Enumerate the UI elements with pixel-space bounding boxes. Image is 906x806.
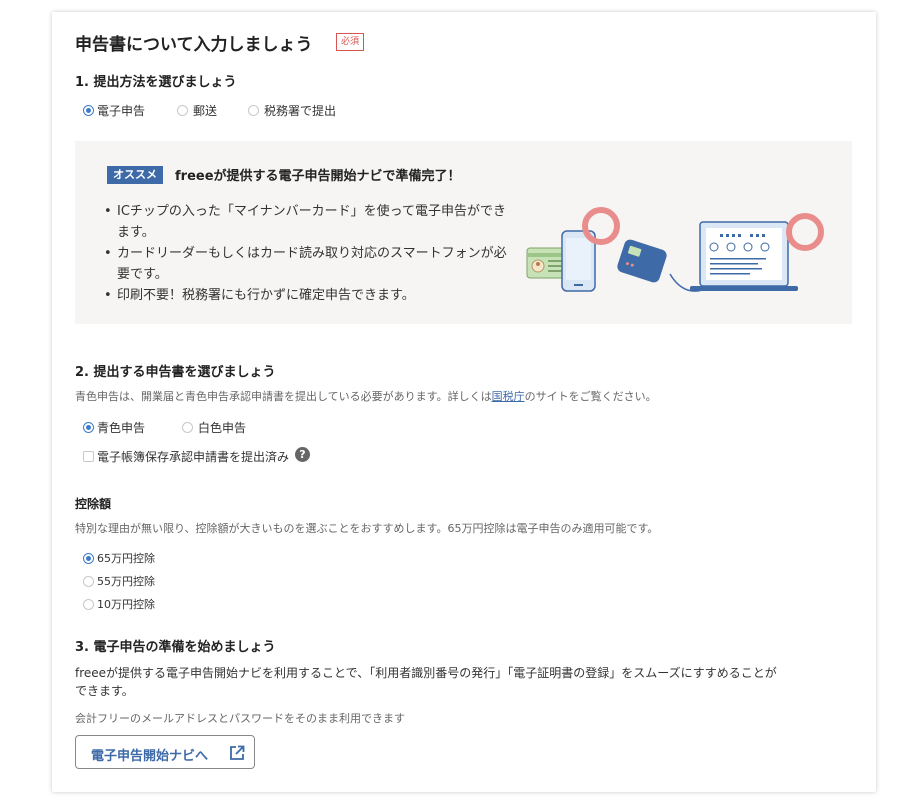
section3-note: 会計フリーのメールアドレスとパスワードをそのまま利用できます — [75, 712, 405, 725]
radio-e-filing[interactable] — [83, 105, 94, 116]
radio-tax-office-label[interactable]: 税務署で提出 — [264, 102, 336, 119]
recommend-bullet: 印刷不要！税務署にも行かずに確定申告できます。 — [104, 285, 517, 306]
e-filing-illustration — [526, 207, 824, 292]
section2-desc-text: 青色申告は、開業届と青色申告承認申請書を提出している必要があります。詳しくは — [75, 390, 492, 403]
radio-e-filing-label[interactable]: 電子申告 — [97, 102, 145, 119]
nta-link[interactable]: 国税庁 — [492, 390, 525, 403]
radio-white-return[interactable] — [182, 422, 193, 433]
e-filing-navi-button-label: 電子申告開始ナビへ — [91, 749, 209, 764]
recommend-badge: オススメ — [107, 166, 163, 184]
external-link-icon — [230, 745, 245, 760]
section1-heading: 1. 提出方法を選びましょう — [75, 75, 237, 90]
recommend-title: freeeが提供する電子申告開始ナビで準備完了！ — [175, 169, 461, 184]
required-badge: 必須 — [336, 33, 365, 51]
e-filing-navi-button[interactable]: 電子申告開始ナビへ — [75, 735, 255, 769]
laptop-icon — [690, 221, 798, 291]
recommendation-panel: オススメ freeeが提供する電子申告開始ナビで準備完了！ ICチップの入った「… — [75, 141, 852, 324]
e-ledger-approval-label[interactable]: 電子帳簿保存承認申請書を提出済み — [97, 448, 289, 465]
recommend-bullet: カードリーダーもしくはカード読み取り対応のスマートフォンが必要です。 — [104, 243, 517, 285]
radio-deduction-10[interactable] — [83, 599, 94, 610]
radio-deduction-10-label[interactable]: 10万円控除 — [97, 596, 155, 612]
radio-mail-label[interactable]: 郵送 — [193, 102, 217, 119]
section2-desc-text-after: のサイトをご覧ください。 — [524, 390, 657, 403]
tax-return-form-card: 申告書について入力しましょう 必須 1. 提出方法を選びましょう 電子申告 郵送… — [52, 12, 876, 792]
radio-blue-return-label[interactable]: 青色申告 — [97, 419, 145, 436]
e-ledger-approval-checkbox[interactable] — [83, 451, 94, 462]
radio-tax-office[interactable] — [248, 105, 259, 116]
section2-description: 青色申告は、開業届と青色申告承認申請書を提出している必要があります。詳しくは国税… — [75, 388, 657, 404]
card-reader-icon — [617, 239, 667, 283]
page-title: 申告書について入力しましょう — [75, 35, 313, 55]
radio-deduction-55[interactable] — [83, 576, 94, 587]
radio-mail[interactable] — [177, 105, 188, 116]
radio-deduction-65-label[interactable]: 65万円控除 — [97, 550, 155, 566]
section3-description-line2: できます。 — [75, 684, 134, 698]
deduction-description: 特別な理由が無い限り、控除額が大きいものを選ぶことをおすすめします。65万円控除… — [75, 522, 659, 535]
section3-description-line1: freeeが提供する電子申告開始ナビを利用することで、「利用者識別番号の発行」「… — [75, 666, 777, 680]
help-icon[interactable]: ? — [295, 447, 310, 462]
radio-blue-return[interactable] — [83, 422, 94, 433]
section3-heading: 3. 電子申告の準備を始めましょう — [75, 640, 276, 655]
radio-deduction-55-label[interactable]: 55万円控除 — [97, 573, 155, 589]
deduction-heading: 控除額 — [75, 497, 112, 511]
radio-deduction-65[interactable] — [83, 553, 94, 564]
section2-heading: 2. 提出する申告書を選びましょう — [75, 365, 276, 380]
recommend-bullet-list: ICチップの入った「マイナンバーカード」を使って電子申告ができます。 カードリー… — [103, 201, 517, 306]
radio-white-return-label[interactable]: 白色申告 — [198, 419, 246, 436]
recommend-bullet: ICチップの入った「マイナンバーカード」を使って電子申告ができます。 — [104, 201, 517, 243]
